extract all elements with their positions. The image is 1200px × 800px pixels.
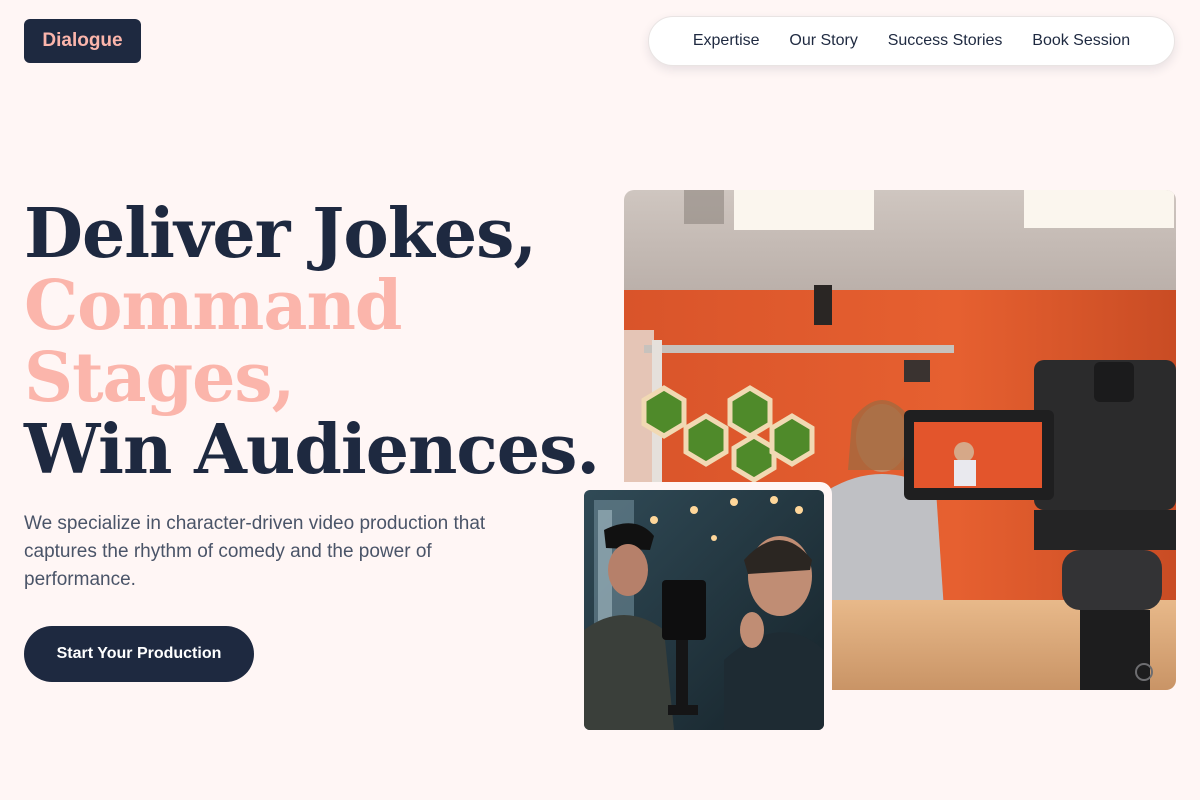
nav-item-success-stories[interactable]: Success Stories xyxy=(888,32,1003,50)
videographers-illustration xyxy=(584,490,824,730)
headline-line-2: Command xyxy=(24,266,402,346)
headline-line-4: Win Audiences. xyxy=(24,410,600,490)
nav-item-book-session[interactable]: Book Session xyxy=(1032,32,1130,50)
main-nav: Expertise Our Story Success Stories Book… xyxy=(648,16,1175,66)
hero-headline: Deliver Jokes, Command Stages, Win Audie… xyxy=(24,194,600,490)
nav-item-our-story[interactable]: Our Story xyxy=(789,32,857,50)
brand-logo[interactable]: Dialogue xyxy=(24,19,141,63)
hero-secondary-photo-frame xyxy=(576,482,832,738)
brand-logo-text: Dialogue xyxy=(42,30,123,51)
headline-line-3: Stages, xyxy=(24,338,295,418)
start-production-button[interactable]: Start Your Production xyxy=(24,626,254,682)
hero-lead-text: We specialize in character-driven video … xyxy=(24,513,486,590)
headline-line-1: Deliver Jokes, xyxy=(24,194,537,274)
hero-secondary-photo xyxy=(584,490,824,730)
nav-item-expertise[interactable]: Expertise xyxy=(693,32,760,50)
